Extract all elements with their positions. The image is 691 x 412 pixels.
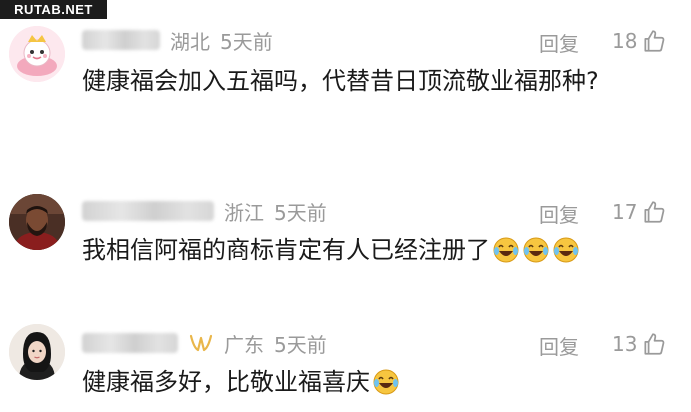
comment-text: 健康福多好，比敬业福喜庆 [82,363,672,401]
laughing-tears-emoji-icon [553,237,579,263]
reply-button[interactable]: 回复 [539,331,579,360]
laughing-tears-emoji-icon [493,237,519,263]
timestamp: 5天前 [274,200,327,225]
username-blurred[interactable] [82,30,160,50]
reply-button[interactable]: 回复 [539,28,579,57]
avatar[interactable] [9,194,65,250]
avatar[interactable] [9,324,65,380]
reply-button[interactable]: 回复 [539,199,579,228]
like-button[interactable]: 13 [612,331,667,357]
thumbs-up-icon [644,201,665,223]
badge-icon [189,334,213,352]
like-count: 17 [612,200,638,224]
comment-header: 广东 5天前 [82,328,327,358]
avatar[interactable] [9,26,65,82]
comment-text: 健康福会加入五福吗，代替昔日顶流敬业福那种? [82,67,599,95]
comment-text: 我相信阿福的商标肯定有人已经注册了 [82,231,672,269]
laughing-tears-emoji-icon [373,369,399,395]
comment-text-body: 健康福多好，比敬业福喜庆 [82,368,370,396]
comment-text-body: 我相信阿福的商标肯定有人已经注册了 [82,236,490,264]
thumbs-up-icon [644,333,665,355]
like-button[interactable]: 17 [612,199,667,225]
laughing-tears-emoji-icon [523,237,549,263]
timestamp: 5天前 [220,29,273,54]
region-label: 浙江 [224,200,264,225]
region-label: 广东 [224,332,264,357]
region-label: 湖北 [170,29,210,54]
like-count: 18 [612,29,638,53]
like-button[interactable]: 18 [612,28,667,54]
username-blurred[interactable] [82,201,214,221]
username-blurred[interactable] [82,333,178,353]
comment-header: 浙江 5天前 [82,196,327,226]
watermark: RUTAB.NET [0,0,107,19]
comment-header: 湖北 5天前 [82,25,273,55]
thumbs-up-icon [644,30,665,52]
like-count: 13 [612,332,638,356]
timestamp: 5天前 [274,332,327,357]
